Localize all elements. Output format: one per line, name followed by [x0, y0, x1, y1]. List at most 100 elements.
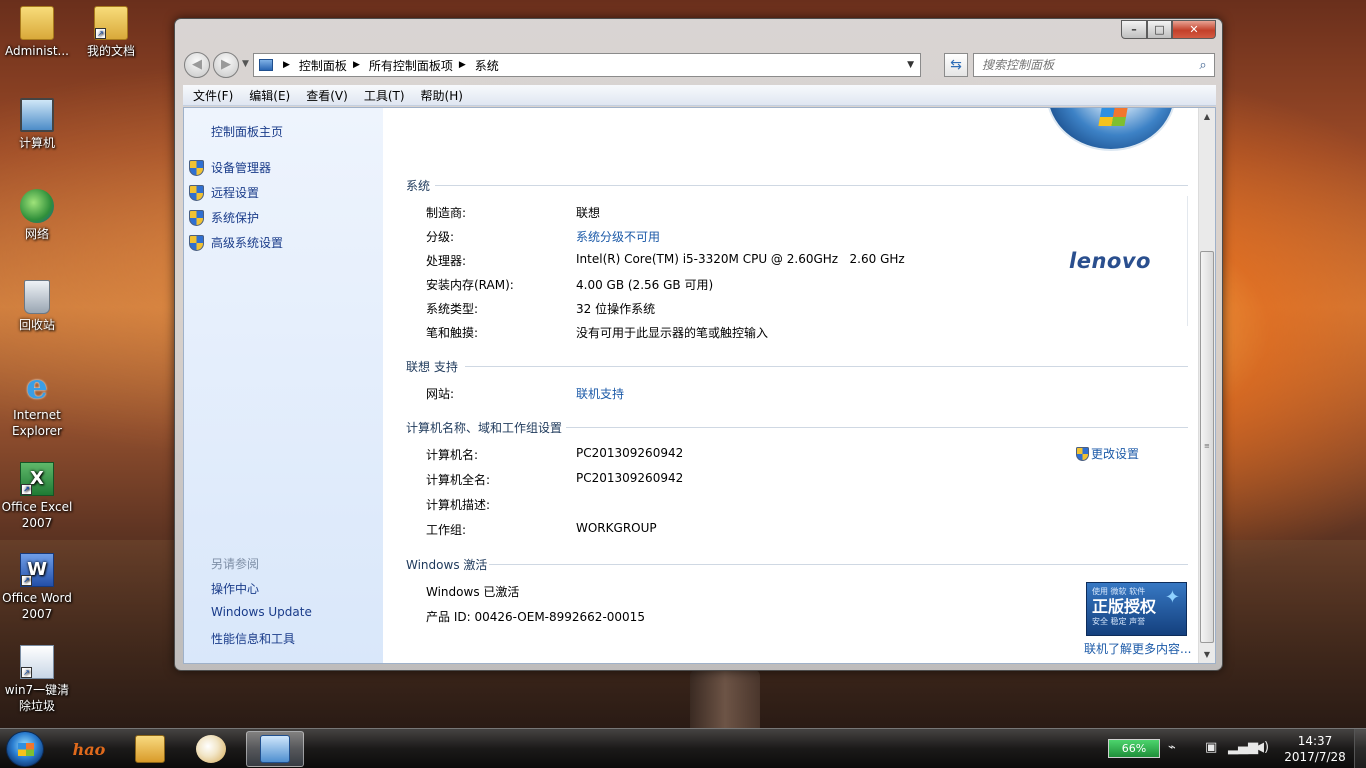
section-divider	[435, 185, 1188, 186]
scroll-thumb[interactable]: ≡	[1200, 251, 1214, 643]
network-icon	[20, 189, 54, 223]
sidebar-item-advanced-settings[interactable]: 高级系统设置	[189, 234, 283, 251]
desktop-icon-cleaner[interactable]: ↗ win7一键清 除垃圾	[0, 645, 74, 714]
sidebar-item-windows-update[interactable]: Windows Update	[211, 605, 312, 619]
breadcrumb-control-panel[interactable]: 控制面板	[299, 57, 347, 74]
battery-indicator[interactable]: 66%	[1108, 739, 1160, 758]
menu-view[interactable]: 查看(V)	[298, 87, 356, 104]
desktop-icon-label: 我的文档	[86, 44, 135, 58]
start-button[interactable]	[6, 731, 44, 767]
recent-pages-dropdown[interactable]: ▼	[242, 59, 249, 69]
taskbar-control-panel-button[interactable]	[246, 731, 304, 767]
sidebar-control-panel-home[interactable]: 控制面板主页	[211, 123, 283, 140]
forward-button[interactable]: ▶	[213, 52, 239, 78]
menu-file[interactable]: 文件(F)	[185, 87, 241, 104]
desktop-icon-internet-explorer[interactable]: e Internet Explorer	[0, 370, 74, 439]
desktop-icon-label: 回收站	[18, 318, 55, 332]
desktop-icon-administrator[interactable]: Administ...	[0, 6, 74, 59]
uac-shield-icon	[189, 209, 204, 226]
row-label-description: 计算机描述:	[426, 498, 491, 512]
desktop-icon-word[interactable]: W ↗ Office Word 2007	[0, 553, 74, 622]
menu-tools[interactable]: 工具(T)	[356, 87, 413, 104]
user-folder-icon	[20, 6, 54, 40]
breadcrumb-separator-icon[interactable]: ▶	[459, 60, 466, 70]
desktop-icon-recycle-bin[interactable]: 回收站	[0, 280, 74, 333]
section-title-activation: Windows 激活	[406, 558, 488, 572]
desktop-icon-label-line1: Office Excel	[1, 500, 73, 514]
row-label-ram: 安装内存(RAM):	[426, 278, 514, 292]
lenovo-logo: lenovo	[1069, 249, 1151, 273]
word-icon: W ↗	[20, 553, 54, 587]
see-also-heading: 另请参阅	[211, 557, 260, 571]
excel-icon: X ↗	[20, 462, 54, 496]
power-plug-icon[interactable]: ⌁	[1168, 740, 1176, 755]
clock[interactable]: 14:37 2017/7/28	[1282, 733, 1348, 765]
online-support-link[interactable]: 联机支持	[576, 385, 624, 402]
documents-icon: ↗	[94, 6, 128, 40]
row-label-workgroup: 工作组:	[426, 523, 467, 537]
section-title-support: 联想 支持	[406, 360, 458, 374]
row-label-computer-name: 计算机名:	[426, 448, 479, 462]
breadcrumb-separator-icon[interactable]: ▶	[283, 60, 290, 70]
sidebar-item-label: 设备管理器	[211, 161, 272, 175]
menu-edit[interactable]: 编辑(E)	[241, 87, 298, 104]
sidebar-item-label: 系统保护	[211, 211, 260, 225]
address-bar[interactable]: ▶ 控制面板 ▶ 所有控制面板项 ▶ 系统 ▼	[253, 53, 921, 77]
refresh-button[interactable]: ⇆	[944, 53, 968, 77]
sidebar-item-action-center[interactable]: 操作中心	[211, 580, 259, 597]
breadcrumb-system[interactable]: 系统	[475, 57, 499, 74]
scroll-down-button[interactable]: ▼	[1199, 646, 1215, 663]
shortcut-arrow-icon: ↗	[21, 667, 32, 678]
minimize-button[interactable]: –	[1121, 20, 1147, 39]
back-button[interactable]: ◀	[184, 52, 210, 78]
row-label-manufacturer: 制造商:	[426, 206, 467, 220]
scroll-up-button[interactable]: ▲	[1199, 108, 1215, 125]
computer-icon	[20, 98, 54, 132]
breadcrumb-all-items[interactable]: 所有控制面板项	[369, 57, 453, 74]
hao-icon: hao	[72, 739, 106, 759]
desktop-icon-network[interactable]: 网络	[0, 189, 74, 242]
desktop-icon-label-line2: 除垃圾	[18, 699, 55, 713]
desktop-icon-label-line2: Explorer	[12, 424, 62, 438]
uac-shield-icon	[189, 184, 204, 201]
row-label-website: 网站:	[426, 387, 455, 401]
change-settings-link[interactable]: 更改设置	[1076, 445, 1139, 462]
row-value-ram: 4.00 GB (2.56 GB 可用)	[576, 278, 714, 292]
row-value-system-type: 32 位操作系统	[576, 302, 656, 316]
desktop-icon-documents[interactable]: ↗ 我的文档	[74, 6, 148, 59]
search-input[interactable]	[974, 55, 1192, 75]
taskbar-explorer-button[interactable]	[121, 731, 179, 767]
sidebar-item-label: 远程设置	[211, 186, 260, 200]
shortcut-arrow-icon: ↗	[95, 28, 106, 39]
rating-link[interactable]: 系统分级不可用	[576, 228, 660, 245]
oem-divider	[1187, 196, 1188, 326]
scroll-grip-icon: ≡	[1204, 442, 1210, 450]
address-dropdown-icon[interactable]: ▼	[907, 60, 914, 70]
tray-app-icon[interactable]: ▣	[1205, 740, 1217, 755]
sidebar-item-system-protection[interactable]: 系统保护	[189, 209, 259, 226]
menu-help[interactable]: 帮助(H)	[413, 87, 471, 104]
show-desktop-button[interactable]	[1354, 729, 1366, 768]
sidebar-item-device-manager[interactable]: 设备管理器	[189, 159, 271, 176]
cleaner-icon: ↗	[20, 645, 54, 679]
close-button[interactable]: ✕	[1172, 20, 1216, 39]
learn-more-online-link[interactable]: 联机了解更多内容...	[1084, 640, 1191, 657]
shortcut-arrow-icon: ↗	[21, 575, 32, 586]
volume-icon[interactable]: ◀)	[1254, 740, 1269, 755]
taskbar: hao 66% ⌁ ▣ ▂▄▆ ◀) 14:37 2017/7/28	[0, 728, 1366, 768]
taskbar-hao-button[interactable]: hao	[60, 731, 118, 767]
sidebar-item-remote-settings[interactable]: 远程设置	[189, 184, 259, 201]
taskbar-paint-button[interactable]	[182, 731, 240, 767]
desktop-icon-computer[interactable]: 计算机	[0, 98, 74, 151]
maximize-button[interactable]: □	[1147, 20, 1172, 39]
row-label-system-type: 系统类型:	[426, 302, 479, 316]
sidebar-item-performance-info[interactable]: 性能信息和工具	[211, 630, 295, 647]
row-value-manufacturer: 联想	[576, 206, 601, 220]
search-icon[interactable]: ⌕	[1192, 58, 1214, 73]
desktop-icon-excel[interactable]: X ↗ Office Excel 2007	[0, 462, 74, 531]
breadcrumb-separator-icon[interactable]: ▶	[353, 60, 360, 70]
clock-time: 14:37	[1297, 734, 1333, 748]
clock-date: 2017/7/28	[1284, 750, 1346, 764]
caption-buttons: – □ ✕	[1121, 20, 1216, 39]
vertical-scrollbar[interactable]: ▲ ≡ ▼	[1198, 108, 1215, 663]
